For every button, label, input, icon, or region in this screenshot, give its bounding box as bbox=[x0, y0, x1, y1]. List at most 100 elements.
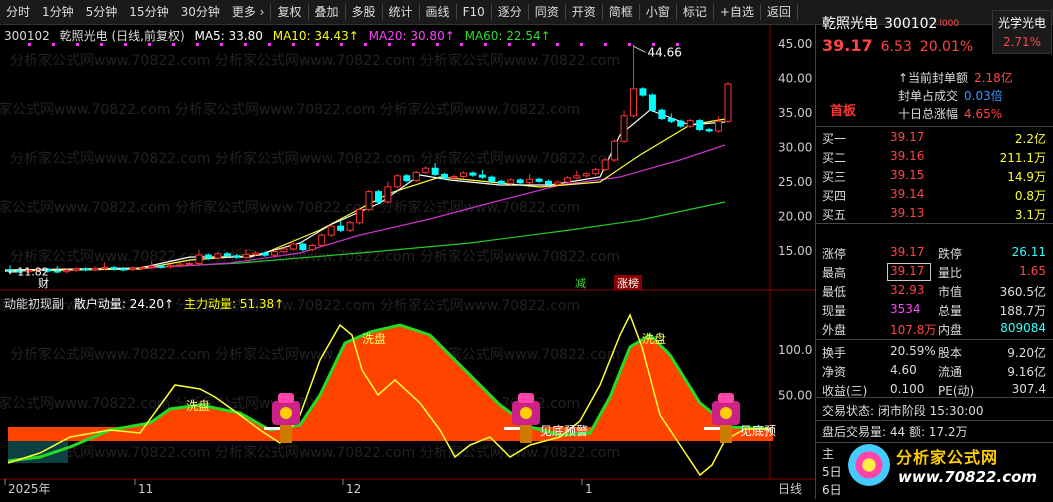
candle-body bbox=[658, 109, 666, 120]
treasure-icon bbox=[518, 393, 534, 403]
candle-body bbox=[497, 180, 505, 184]
toolbar-button-5[interactable]: F10 bbox=[457, 0, 491, 24]
order-book-row[interactable]: 买四 39.14 0.8万 bbox=[816, 185, 1053, 204]
candle-body bbox=[110, 267, 118, 270]
toolbar-button-1[interactable]: 叠加 bbox=[309, 0, 345, 24]
indicator-name: 动能初现副 bbox=[4, 297, 65, 311]
toolbar-button-7[interactable]: 同资 bbox=[529, 0, 565, 24]
toolbar-button-8[interactable]: 开资 bbox=[566, 0, 602, 24]
partial-text-main: 主 bbox=[822, 447, 835, 461]
panel-divider bbox=[816, 223, 1053, 224]
signal-dot bbox=[580, 43, 583, 46]
marker-cai: 财 bbox=[38, 276, 49, 290]
candle-body bbox=[308, 244, 316, 251]
toolbar-button-13[interactable]: 返回 bbox=[761, 0, 797, 24]
order-label: 买四 bbox=[822, 189, 847, 203]
toolbar-button-11[interactable]: 标记 bbox=[677, 0, 713, 24]
watermark-text: 分析家公式网www.70822.com 分析家公式网www.70822.com … bbox=[10, 150, 620, 167]
logo-url: www.70822.com bbox=[898, 468, 1038, 486]
candle-body bbox=[167, 264, 175, 268]
candle-body bbox=[223, 253, 231, 257]
order-price: 39.14 bbox=[890, 187, 925, 201]
candle-body bbox=[450, 175, 458, 179]
toolbar-button-2[interactable]: 多股 bbox=[346, 0, 382, 24]
candle-body bbox=[705, 129, 713, 132]
toolbar-separator bbox=[796, 4, 798, 20]
toolbar-period-0[interactable]: 分时 bbox=[0, 0, 36, 24]
candle-body bbox=[667, 118, 675, 122]
annotation-bottom-warning: 见底预警 bbox=[540, 423, 588, 438]
panel-divider bbox=[816, 126, 1053, 127]
order-book-row[interactable]: 买三 39.15 14.9万 bbox=[816, 166, 1053, 185]
toolbar-button-6[interactable]: 逐分 bbox=[492, 0, 528, 24]
toolbar-button-4[interactable]: 画线 bbox=[420, 0, 456, 24]
candle-body bbox=[478, 174, 486, 178]
ma20-label: MA20: 30.80↑ bbox=[368, 29, 455, 43]
order-label: 买二 bbox=[822, 151, 847, 165]
candle-body bbox=[242, 253, 250, 258]
toolbar-period-2[interactable]: 5分钟 bbox=[80, 0, 124, 24]
stat-label: 现量 bbox=[822, 304, 847, 318]
toolbar-period-4[interactable]: 30分钟 bbox=[175, 0, 226, 24]
signal-dot bbox=[628, 43, 631, 46]
order-price: 39.16 bbox=[890, 149, 925, 163]
candle-body bbox=[507, 179, 515, 184]
stat-label: 涨停 bbox=[822, 247, 847, 261]
order-volume: 2.2亿 bbox=[1014, 132, 1046, 146]
candle-body bbox=[280, 248, 288, 253]
order-book-row[interactable]: 买一 39.17 2.2亿 bbox=[816, 128, 1053, 147]
stat-value: 4.60 bbox=[890, 363, 917, 377]
candle-body bbox=[252, 252, 260, 255]
stock-code: 300102 bbox=[4, 29, 50, 43]
candle-body bbox=[422, 167, 430, 173]
quote-panel: 乾照光电 300102 l000 光学光电 2.71% 39.17 6.53 20.01% 首板… bbox=[815, 10, 1053, 499]
stat-row: 最低 32.93 市值 360.5亿 bbox=[816, 281, 1053, 300]
indicator-axis-label: 50.00 bbox=[778, 389, 812, 403]
stat-value: 26.11 bbox=[1011, 245, 1046, 259]
watermark-text: 分析家公式网www.70822.com 分析家公式网www.70822.com … bbox=[10, 346, 620, 363]
stat-label: 外盘 bbox=[822, 323, 847, 337]
panel-divider bbox=[816, 420, 1053, 421]
candle-body bbox=[186, 262, 193, 265]
signal-dot bbox=[676, 43, 679, 46]
candle-body bbox=[138, 267, 146, 270]
stat-label: 流通 bbox=[938, 365, 963, 379]
toolbar-button-0[interactable]: 复权 bbox=[271, 0, 307, 24]
stat-value: 107.8万 bbox=[890, 323, 937, 337]
candle-body bbox=[337, 225, 345, 231]
order-book-row[interactable]: 买五 39.13 3.1万 bbox=[816, 204, 1053, 223]
seal-value: 2.18亿 bbox=[974, 71, 1013, 85]
candle-body bbox=[677, 120, 685, 127]
stock-name: 乾照光电 bbox=[822, 16, 878, 32]
toolbar-button-9[interactable]: 简框 bbox=[603, 0, 639, 24]
toolbar-period-3[interactable]: 15分钟 bbox=[123, 0, 174, 24]
ma5-label: MA5: 33.80 bbox=[194, 29, 263, 43]
logo-title: 分析家公式网 bbox=[896, 448, 999, 467]
candle-body bbox=[516, 179, 524, 184]
candle-body bbox=[563, 177, 571, 183]
stat-label: 股本 bbox=[938, 346, 963, 360]
candle-body bbox=[592, 169, 600, 175]
sector-box[interactable]: 光学光电 2.71% bbox=[992, 10, 1052, 54]
treasure-icon bbox=[720, 425, 732, 443]
order-book-row[interactable]: 买二 39.16 211.1万 bbox=[816, 147, 1053, 166]
price-axis-label: 45.00 bbox=[778, 37, 812, 51]
toolbar-period-1[interactable]: 1分钟 bbox=[36, 0, 80, 24]
toolbar-period-5[interactable]: 更多 › bbox=[226, 0, 271, 24]
toolbar-button-10[interactable]: 小窗 bbox=[640, 0, 676, 24]
candle-body bbox=[91, 267, 99, 271]
order-label: 买一 bbox=[822, 132, 847, 146]
candle-body bbox=[620, 115, 628, 142]
price-row: 39.17 6.53 20.01% bbox=[822, 36, 973, 55]
stock-tag: l000 bbox=[939, 19, 960, 29]
toolbar-button-12[interactable]: +自选 bbox=[714, 0, 760, 24]
candle-body bbox=[393, 175, 401, 188]
treasure-mark bbox=[504, 427, 520, 430]
stat-value: 9.16亿 bbox=[1007, 365, 1046, 379]
toolbar-button-3[interactable]: 统计 bbox=[383, 0, 419, 24]
seal-label: ↑当前封单额 bbox=[898, 71, 969, 85]
chart-area[interactable]: 分析家公式网www.70822.com 分析家公式网www.70822.com … bbox=[0, 25, 815, 499]
stat-label: 换手 bbox=[822, 346, 847, 360]
stat-row: 外盘 107.8万 内盘 809084 bbox=[816, 319, 1053, 338]
price-change-pct: 20.01% bbox=[919, 39, 974, 55]
